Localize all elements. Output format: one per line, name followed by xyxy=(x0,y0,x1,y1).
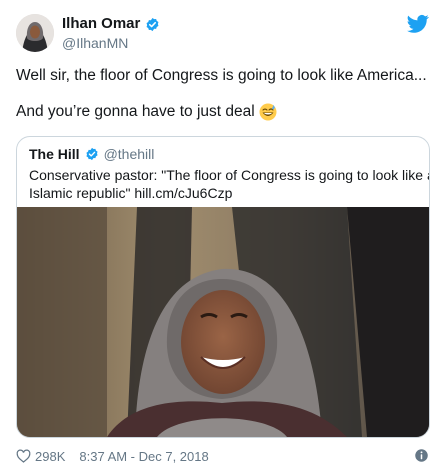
quoted-header: The Hill @thehill xyxy=(29,145,154,163)
author-handle[interactable]: @IlhanMN xyxy=(62,34,128,52)
quoted-text: Conservative pastor: "The floor of Congr… xyxy=(29,166,430,202)
tweet-text-line-2: And you’re gonna have to just deal xyxy=(16,103,255,120)
twitter-bird-icon[interactable] xyxy=(407,14,429,34)
like-count[interactable]: 298K xyxy=(35,449,65,464)
quoted-text-line-2[interactable]: Islamic republic" hill.cm/cJu6Czp xyxy=(29,184,419,202)
tweet-text-line-2-row: And you’re gonna have to just deal xyxy=(16,102,277,122)
quoted-text-line-1: Conservative pastor: "The floor of Congr… xyxy=(29,167,430,183)
quoted-display-name[interactable]: The Hill xyxy=(29,146,80,162)
verified-badge-icon xyxy=(146,17,159,31)
timestamp[interactable]: 8:37 AM - Dec 7, 2018 xyxy=(79,449,208,464)
author-avatar[interactable] xyxy=(16,14,54,52)
tweet-footer: 298K 8:37 AM - Dec 7, 2018 xyxy=(16,447,429,465)
verified-badge-icon xyxy=(86,147,98,161)
author-name-row: Ilhan Omar xyxy=(62,14,160,34)
grinning-sweat-emoji-icon xyxy=(259,103,277,121)
author-display-name[interactable]: Ilhan Omar xyxy=(62,14,140,34)
tweet-card: Ilhan Omar @IlhanMN Well sir, the floor … xyxy=(0,0,445,473)
heart-icon[interactable] xyxy=(16,449,31,463)
quoted-handle[interactable]: @thehill xyxy=(104,146,155,162)
tweet-text-line-1: Well sir, the floor of Congress is going… xyxy=(16,67,427,84)
info-icon[interactable] xyxy=(414,448,429,463)
quoted-photo[interactable] xyxy=(17,207,429,437)
quoted-tweet-card[interactable]: The Hill @thehill Conservative pastor: "… xyxy=(16,136,430,438)
